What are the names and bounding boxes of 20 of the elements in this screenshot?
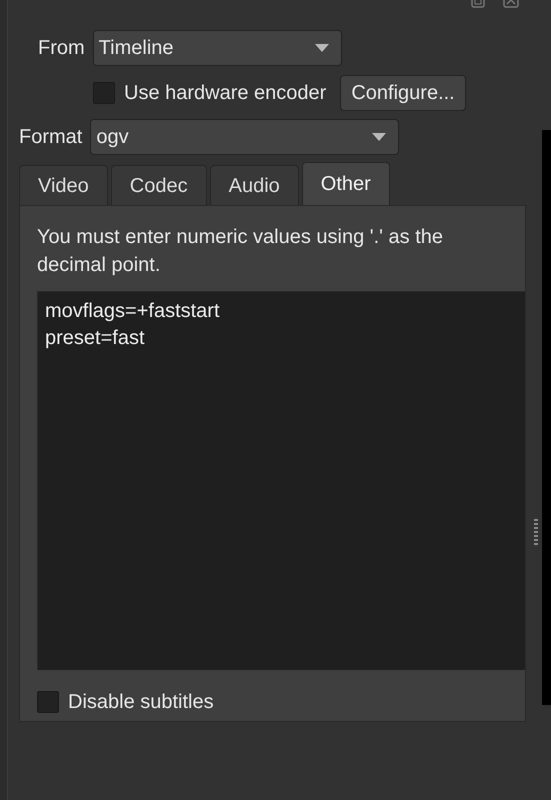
caret-icon [372,133,386,141]
tab[interactable]: Codec [110,165,207,205]
disable-subtitles-label: Disable subtitles [68,690,214,715]
source-label: From [38,36,85,61]
tab[interactable]: Video [19,165,108,205]
options-text-area[interactable]: movflags=+faststart preset=fast [37,291,525,670]
option-line: preset=fast [45,326,146,351]
tab[interactable]: Audio [210,165,299,205]
option-line: movflags=+faststart [45,299,221,324]
disable-subtitles-checkbox[interactable] [37,691,59,713]
decimal-point-note: You must enter numeric values using '.' as the decimal point. [37,225,444,278]
hardware-encoder-checkbox[interactable] [93,82,115,104]
resize-grip-icon[interactable] [533,519,539,546]
format-label: Format [19,125,82,150]
tab[interactable]: Other [302,162,390,205]
caret-icon [314,44,329,52]
dropdown[interactable]: ogv [90,119,400,155]
dropdown[interactable]: Timeline [92,30,342,66]
hardware-encoder-label: Use hardware encoder [124,81,326,106]
configure-button[interactable]: Configure... [340,75,466,111]
